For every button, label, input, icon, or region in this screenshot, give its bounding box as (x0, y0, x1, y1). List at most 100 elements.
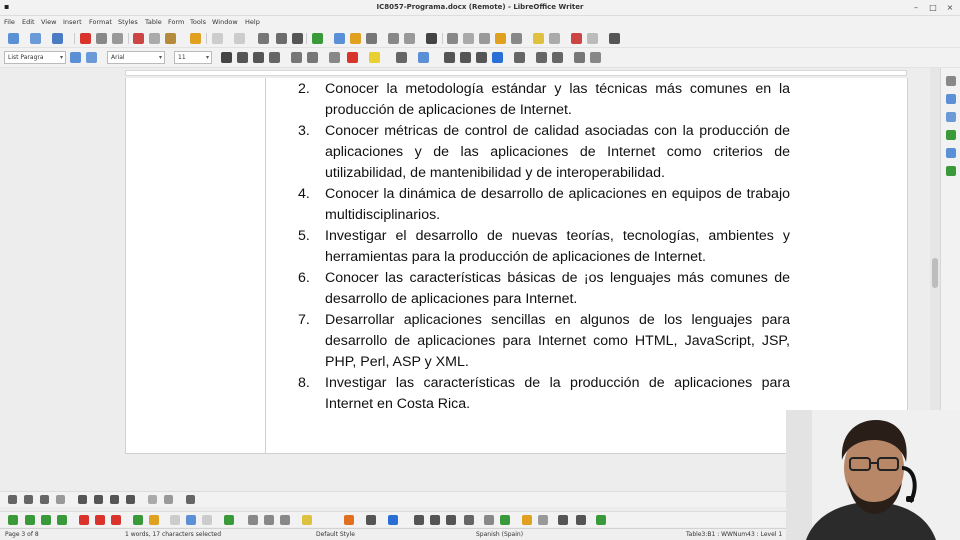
list-item[interactable]: 7. Desarrollar aplicaciones sencillas en… (295, 310, 790, 373)
print-icon[interactable] (96, 33, 107, 44)
insert-chart-icon[interactable] (350, 33, 361, 44)
bullets-numbering-dialog-icon[interactable] (186, 495, 195, 504)
table-cell-background-icon[interactable] (302, 515, 312, 525)
align-top-icon[interactable] (248, 515, 258, 525)
new-document-icon[interactable] (8, 33, 19, 44)
unprotect-cells-icon[interactable] (538, 515, 548, 525)
move-item-down-icon[interactable] (78, 495, 87, 504)
border-color-icon[interactable] (388, 515, 398, 525)
sum-icon[interactable] (558, 515, 568, 525)
language[interactable]: Spanish (Spain) (476, 531, 523, 538)
maximize-button[interactable]: □ (927, 2, 939, 13)
menu-help[interactable]: Help (245, 18, 260, 26)
print-preview-icon[interactable] (112, 33, 123, 44)
justify-icon[interactable] (492, 52, 503, 63)
open-icon[interactable] (30, 33, 41, 44)
page-icon[interactable] (946, 112, 956, 122)
menu-format[interactable]: Format (89, 18, 112, 26)
move-down-with-subpoints-icon[interactable] (110, 495, 119, 504)
clone-formatting-icon[interactable] (190, 33, 201, 44)
menu-view[interactable]: View (41, 18, 56, 26)
minimize-button[interactable]: – (910, 2, 922, 13)
table-properties-icon[interactable] (596, 515, 606, 525)
numbering-icon[interactable] (418, 52, 429, 63)
properties-icon[interactable] (946, 94, 956, 104)
track-changes-icon[interactable] (549, 33, 560, 44)
cut-icon[interactable] (133, 33, 144, 44)
align-right-icon[interactable] (476, 52, 487, 63)
word-count[interactable]: 1 words, 17 characters selected (125, 531, 221, 538)
horizontal-ruler[interactable] (0, 68, 930, 78)
border-style-icon[interactable] (366, 515, 376, 525)
insert-image-icon[interactable] (334, 33, 345, 44)
restart-numbering-icon[interactable] (164, 495, 173, 504)
menu-window[interactable]: Window (212, 18, 238, 26)
bold-icon[interactable] (221, 52, 232, 63)
demote-outline-icon[interactable] (8, 495, 17, 504)
page-style[interactable]: Default Style (316, 531, 355, 538)
save-icon[interactable] (52, 33, 63, 44)
align-bottom-icon[interactable] (280, 515, 290, 525)
insert-line-icon[interactable] (571, 33, 582, 44)
endnote-icon[interactable] (479, 33, 490, 44)
draw-functions-icon[interactable] (609, 33, 620, 44)
highlight-color-icon[interactable] (369, 52, 380, 63)
menu-form[interactable]: Form (168, 18, 184, 26)
list-item[interactable]: 6. Conocer las características básicas d… (295, 268, 790, 310)
delete-table-icon[interactable] (111, 515, 121, 525)
number-format-percent-icon[interactable] (430, 515, 440, 525)
number-format-currency-icon[interactable] (414, 515, 424, 525)
insert-caption-icon[interactable] (484, 515, 494, 525)
bookmark-icon[interactable] (495, 33, 506, 44)
font-size-combo[interactable]: 11 ▾ (174, 51, 212, 64)
menu-insert[interactable]: Insert (63, 18, 82, 26)
font-color-icon[interactable] (347, 52, 358, 63)
list-item[interactable]: 8. Investigar las características de la … (295, 373, 790, 415)
delete-rows-icon[interactable] (79, 515, 89, 525)
copy-icon[interactable] (149, 33, 160, 44)
new-style-icon[interactable] (86, 52, 97, 63)
cross-reference-icon[interactable] (511, 33, 522, 44)
menu-tools[interactable]: Tools (190, 18, 206, 26)
sort-icon[interactable] (500, 515, 510, 525)
insert-rows-above-icon[interactable] (25, 515, 35, 525)
move-item-up-icon[interactable] (94, 495, 103, 504)
formatting-marks-icon[interactable] (292, 33, 303, 44)
scrollbar-thumb[interactable] (932, 258, 938, 288)
align-center-icon[interactable] (460, 52, 471, 63)
footnote-icon[interactable] (463, 33, 474, 44)
insert-textbox-icon[interactable] (366, 33, 377, 44)
borders-icon[interactable] (344, 515, 354, 525)
undo-icon[interactable] (212, 33, 223, 44)
basic-shapes-icon[interactable] (587, 33, 598, 44)
font-name-combo[interactable]: Arial ▾ (107, 51, 165, 64)
italic-icon[interactable] (237, 52, 248, 63)
merge-cells-icon[interactable] (170, 515, 180, 525)
center-vertically-icon[interactable] (264, 515, 274, 525)
split-table-icon[interactable] (202, 515, 212, 525)
subscript-icon[interactable] (307, 52, 318, 63)
insert-field-icon[interactable] (404, 33, 415, 44)
select-cell-icon[interactable] (133, 515, 143, 525)
menu-file[interactable]: File (4, 18, 15, 26)
list-item[interactable]: 4. Conocer la dinámica de desarrollo de … (295, 184, 790, 226)
page-break-icon[interactable] (388, 33, 399, 44)
demote-with-subpoints-icon[interactable] (40, 495, 49, 504)
superscript-icon[interactable] (291, 52, 302, 63)
insert-table-icon[interactable] (8, 515, 18, 525)
styles-icon[interactable] (946, 130, 956, 140)
find-replace-icon[interactable] (258, 33, 269, 44)
navigator-icon[interactable] (946, 166, 956, 176)
insert-table-icon[interactable] (312, 33, 323, 44)
list-item[interactable]: 5. Investigar el desarrollo de nuevas te… (295, 226, 790, 268)
menu-table[interactable]: Table (145, 18, 162, 26)
increase-indent-icon[interactable] (536, 52, 547, 63)
decrease-indent-icon[interactable] (552, 52, 563, 63)
underline-icon[interactable] (253, 52, 264, 63)
insert-rows-below-icon[interactable] (41, 515, 51, 525)
insert-columns-before-icon[interactable] (57, 515, 67, 525)
split-cells-icon[interactable] (186, 515, 196, 525)
menu-edit[interactable]: Edit (22, 18, 35, 26)
optimize-size-icon[interactable] (224, 515, 234, 525)
menu-styles[interactable]: Styles (118, 18, 138, 26)
